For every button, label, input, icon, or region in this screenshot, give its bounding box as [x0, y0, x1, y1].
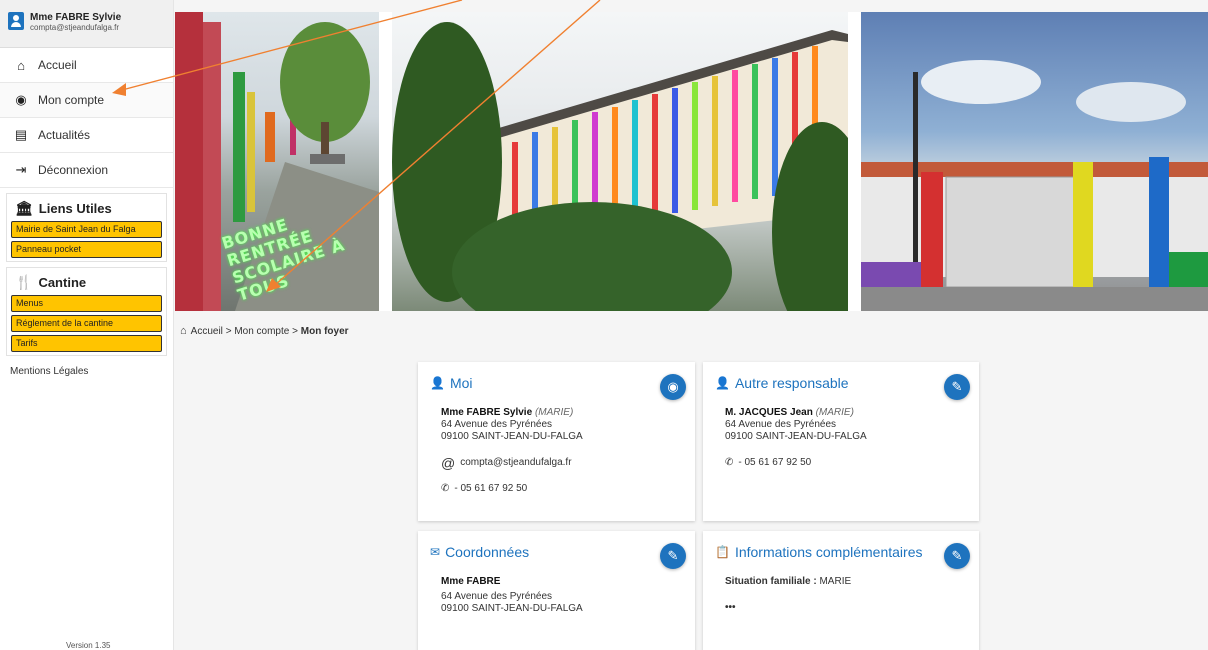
card-moi-title-label: Moi	[449, 375, 473, 391]
home-icon[interactable]: ⌂	[180, 325, 187, 337]
nav-item-accueil[interactable]: ⌂ Accueil	[0, 48, 173, 83]
mairie-link[interactable]: Mairie de Saint Jean du Falga	[11, 221, 162, 238]
home-icon: ⌂	[17, 57, 25, 73]
card-autre-title-label: Autre responsable	[734, 375, 849, 391]
breadcrumb-separator: >	[225, 325, 232, 337]
card-coord-title-label: Coordonnées	[445, 544, 530, 560]
coord-address2: 09100 SAINT-JEAN-DU-FALGA	[441, 603, 583, 614]
news-icon: ▤	[14, 127, 28, 142]
edit-infos-button[interactable]: ✎	[944, 543, 970, 569]
user-name: Mme FABRE Sylvie	[30, 12, 122, 23]
card-infos-body: Situation familiale : MARIE •••	[725, 576, 851, 614]
eye-icon: ◉	[667, 379, 679, 394]
card-infos-title-label: Informations complémentaires	[734, 544, 923, 560]
clipboard-icon: 📋	[715, 545, 730, 559]
card-infos-title: 📋 Informations complémentaires	[715, 544, 922, 560]
account-icon: ◉	[15, 92, 27, 107]
edit-autre-button[interactable]: ✎	[944, 374, 970, 400]
edit-coord-button[interactable]: ✎	[660, 543, 686, 569]
liens-utiles-section: 🏛 Liens Utiles Mairie de Saint Jean du F…	[6, 193, 167, 262]
phone-icon: ✆	[441, 483, 450, 494]
school-photo-center-drawing	[392, 22, 848, 311]
card-moi-body: Mme FABRE Sylvie (MARIE) 64 Avenue des P…	[441, 407, 583, 495]
breadcrumb-current: Mon foyer	[300, 325, 349, 337]
menus-link[interactable]: Menus	[11, 295, 162, 312]
moi-email-row: @ compta@stjeandufalga.fr	[441, 455, 583, 471]
nav-item-mon-compte[interactable]: ◉ Mon compte	[0, 83, 173, 118]
breadcrumb-account[interactable]: Mon compte	[234, 326, 289, 337]
school-photo-right-drawing	[861, 60, 1208, 311]
situation-label: Situation familiale :	[725, 576, 817, 587]
user-icon	[8, 12, 24, 30]
view-button[interactable]: ◉	[660, 374, 686, 400]
user-email: compta@stjeandufalga.fr	[30, 23, 120, 32]
school-photo-center	[392, 12, 848, 311]
mentions-legales-link[interactable]: Mentions Légales	[0, 356, 173, 377]
cutlery-icon: 🍴	[15, 273, 33, 290]
card-moi: 👤 Moi ◉ Mme FABRE Sylvie (MARIE) 64 Aven…	[418, 362, 695, 521]
situation-value: MARIE	[816, 576, 852, 587]
envelope-icon: ✉	[430, 545, 441, 559]
version-text: Version 1.35	[66, 641, 111, 650]
card-coord-body: Mme FABRE 64 Avenue des Pyrénées 09100 S…	[441, 576, 583, 615]
card-autre-responsable: 👤 Autre responsable ✎ M. JACQUES Jean (M…	[703, 362, 979, 521]
nav-item-actualites[interactable]: ▤ Actualités	[0, 118, 173, 153]
card-coordonnees: ✉ Coordonnées ✎ Mme FABRE 64 Avenue des …	[418, 531, 695, 650]
autre-phone: - 05 61 67 92 50	[738, 457, 812, 468]
reglement-link[interactable]: Réglement de la cantine	[11, 315, 162, 332]
nav-item-label: Déconnexion	[38, 163, 109, 177]
nav-item-deconnexion[interactable]: ⇥ Déconnexion	[0, 153, 173, 188]
pencil-icon: ✎	[951, 379, 963, 394]
coord-name: Mme FABRE	[441, 576, 501, 587]
moi-email: compta@stjeandufalga.fr	[460, 457, 572, 468]
autre-name: M. JACQUES Jean	[725, 407, 813, 418]
nav-item-label: Accueil	[38, 58, 77, 72]
card-autre-title: 👤 Autre responsable	[715, 375, 849, 391]
sidebar: Mme FABRE Sylvie compta@stjeandufalga.fr…	[0, 0, 174, 650]
autre-address2: 09100 SAINT-JEAN-DU-FALGA	[725, 431, 867, 442]
moi-status: (MARIE)	[534, 407, 574, 418]
cantine-section: 🍴 Cantine Menus Réglement de la cantine …	[6, 267, 167, 356]
liens-utiles-label: Liens Utiles	[38, 200, 112, 216]
moi-name: Mme FABRE Sylvie	[441, 407, 533, 418]
autre-status: (MARIE)	[815, 407, 854, 418]
user-box[interactable]: Mme FABRE Sylvie compta@stjeandufalga.fr	[0, 0, 173, 48]
card-informations: 📋 Informations complémentaires ✎ Situati…	[703, 531, 979, 650]
autre-phone-row: ✆ - 05 61 67 92 50	[725, 457, 867, 469]
phone-icon: ✆	[725, 457, 734, 468]
moi-address1: 64 Avenue des Pyrénées	[441, 419, 553, 430]
card-autre-body: M. JACQUES Jean (MARIE) 64 Avenue des Py…	[725, 407, 867, 469]
logout-icon: ⇥	[15, 162, 27, 177]
breadcrumb: ⌂ Accueil > Mon compte > Mon foyer	[180, 325, 349, 337]
at-icon: @	[441, 455, 456, 471]
moi-address2: 09100 SAINT-JEAN-DU-FALGA	[441, 431, 583, 442]
moi-phone-row: ✆ - 05 61 67 92 50	[441, 483, 583, 495]
panneau-pocket-link[interactable]: Panneau pocket	[11, 241, 162, 258]
nav-item-label: Mon compte	[38, 93, 105, 107]
card-coord-title: ✉ Coordonnées	[430, 544, 529, 560]
card-moi-title: 👤 Moi	[430, 375, 473, 391]
breadcrumb-home[interactable]: Accueil	[191, 326, 223, 337]
bank-icon: 🏛	[15, 199, 33, 216]
school-photo-right	[861, 12, 1208, 311]
person-icon: 👤	[715, 376, 730, 390]
cantine-label: Cantine	[38, 274, 87, 290]
coord-address1: 64 Avenue des Pyrénées	[441, 591, 553, 602]
banner: BONNE RENTRÉE SCOLAIRE À TOUS	[175, 12, 1208, 311]
person-icon: 👤	[430, 376, 445, 390]
school-photo-left: BONNE RENTRÉE SCOLAIRE À TOUS	[175, 12, 379, 311]
more-dots[interactable]: •••	[725, 602, 851, 614]
autre-address1: 64 Avenue des Pyrénées	[725, 419, 837, 430]
breadcrumb-separator: >	[292, 325, 298, 337]
moi-phone: - 05 61 67 92 50	[454, 483, 528, 494]
tarifs-link[interactable]: Tarifs	[11, 335, 162, 352]
cantine-title: 🍴 Cantine	[11, 272, 162, 292]
nav-item-label: Actualités	[38, 128, 91, 142]
pencil-icon: ✎	[951, 548, 963, 563]
liens-utiles-title: 🏛 Liens Utiles	[11, 198, 162, 218]
pencil-icon: ✎	[667, 548, 679, 563]
